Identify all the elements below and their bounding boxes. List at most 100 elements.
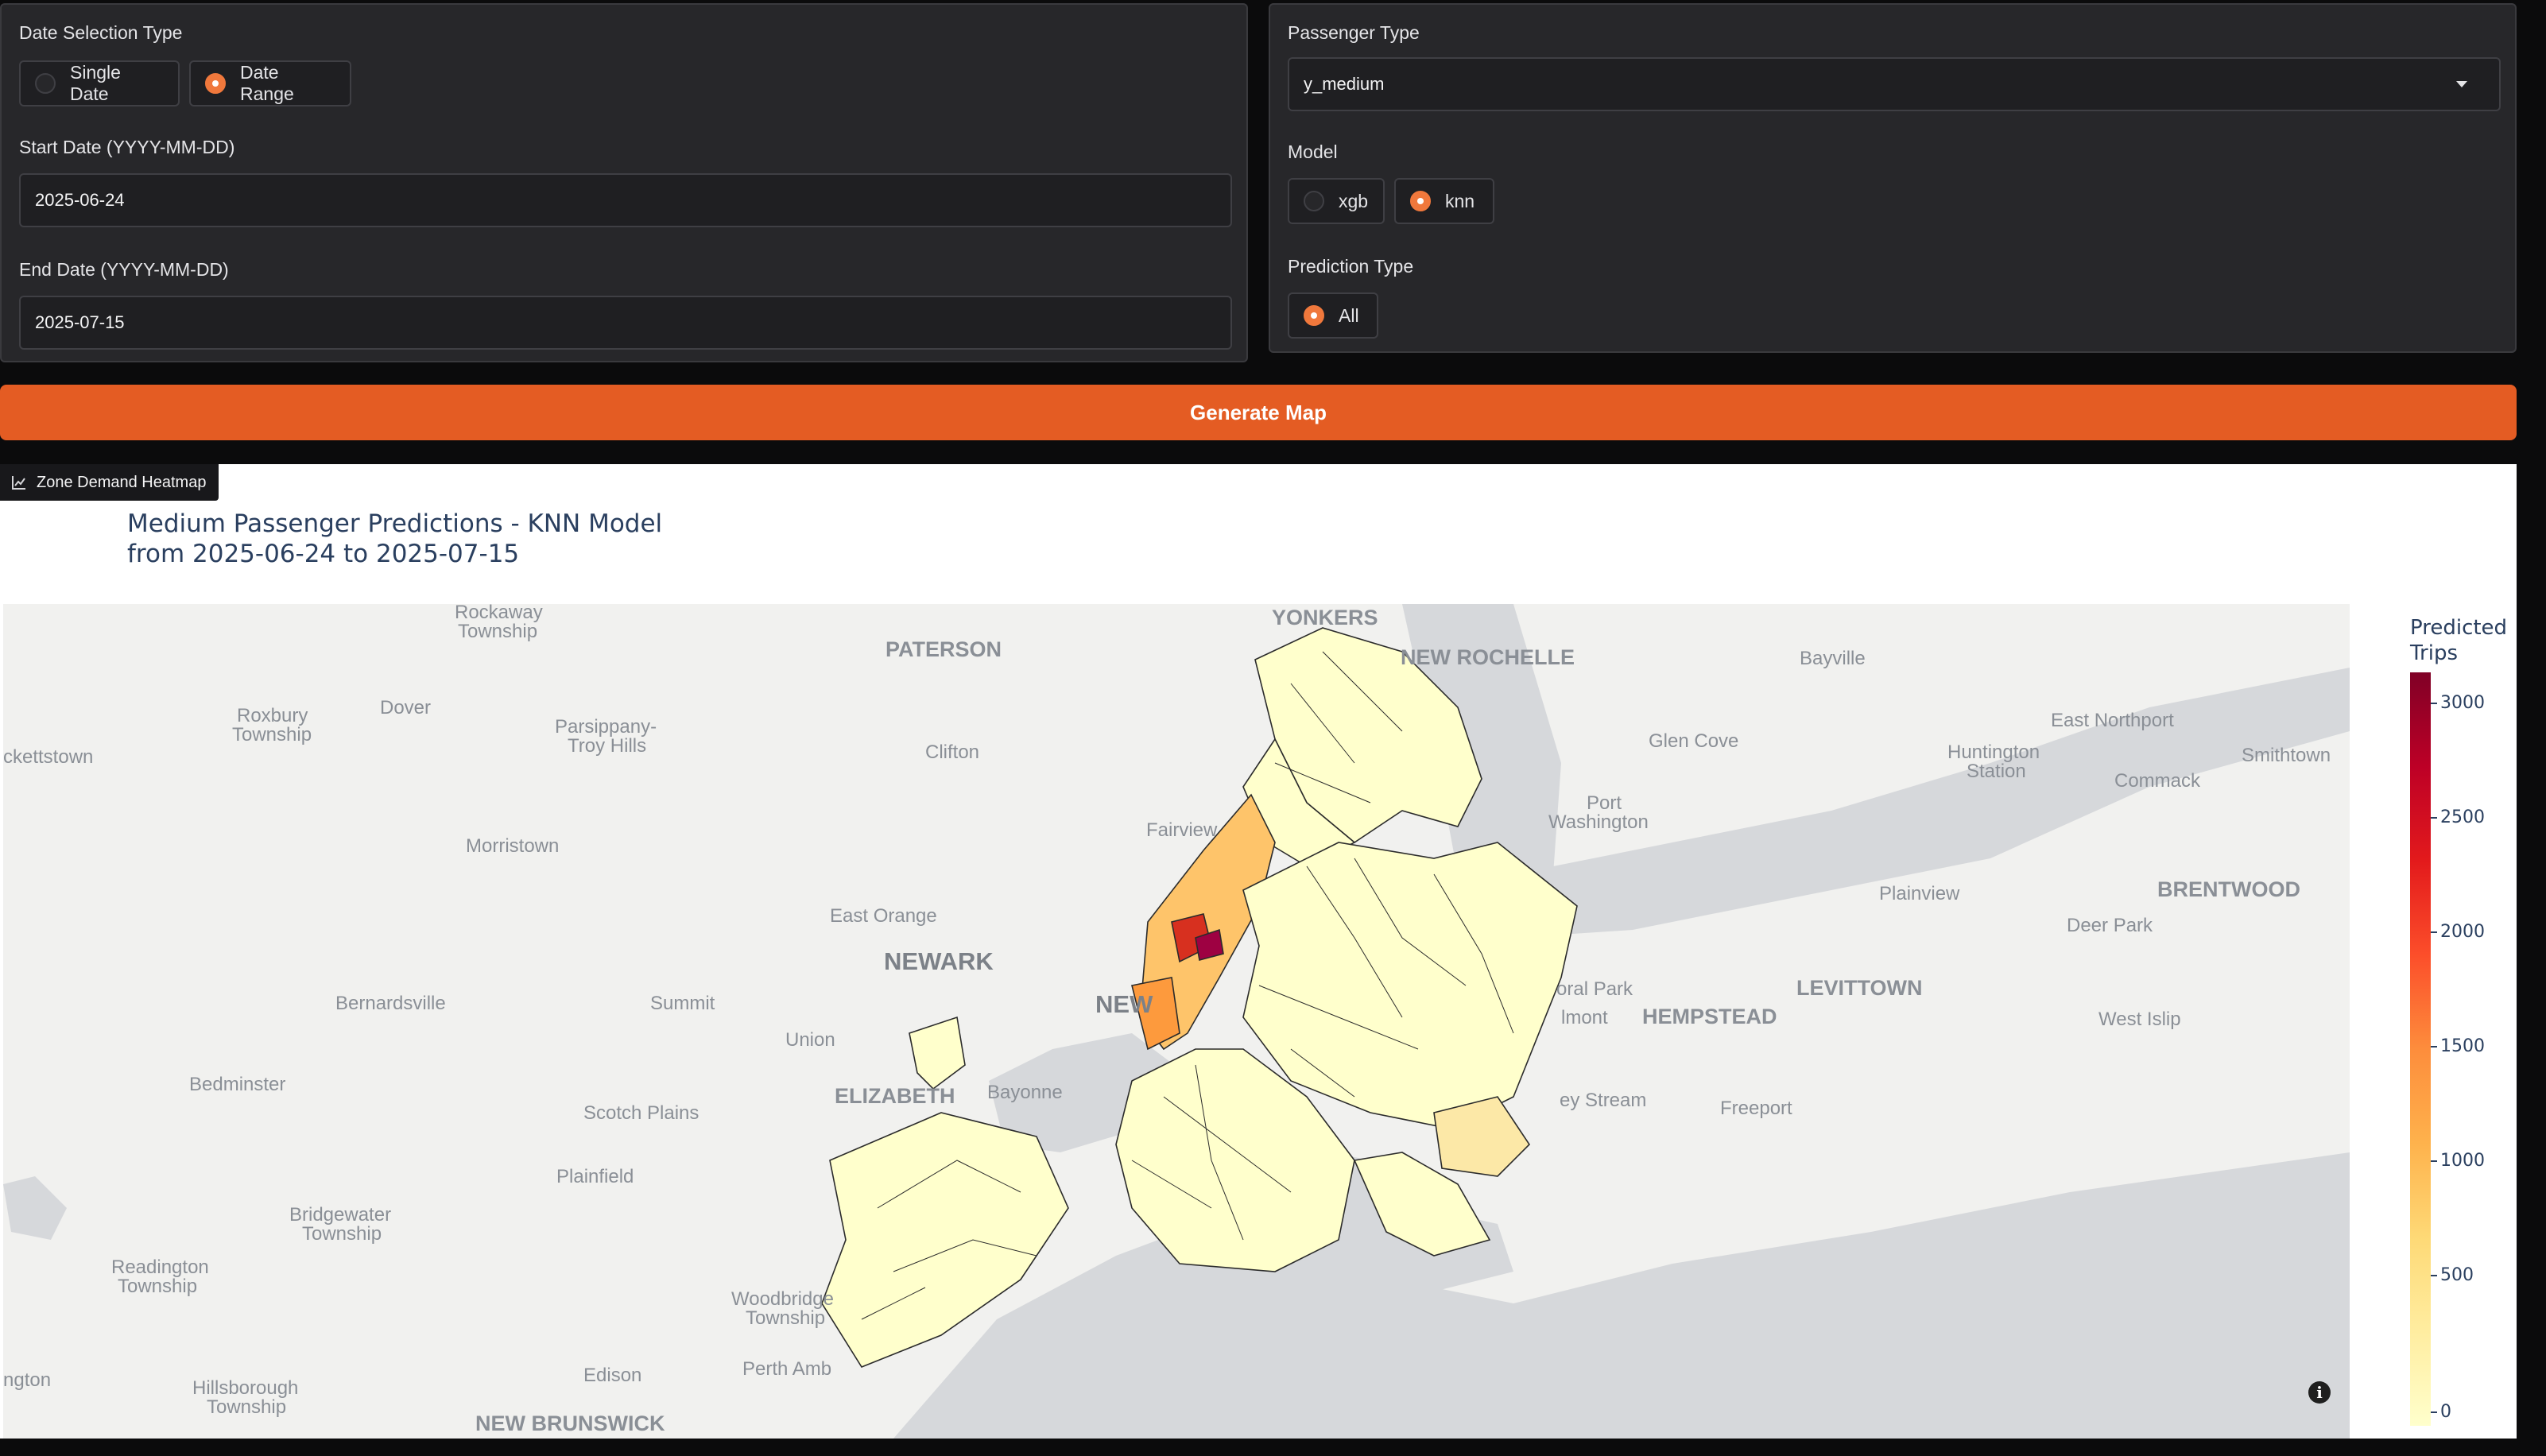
radio-model-xgb-label: xgb (1339, 190, 1369, 211)
colorbar-title-line1: Predicted (2410, 616, 2508, 640)
colorbar-tick: 1000 (2431, 1151, 2485, 1171)
map-label: LEVITTOWN (1796, 976, 1923, 1000)
radio-date-range[interactable]: Date Range (189, 60, 351, 106)
radio-prediction-all-indicator (1304, 305, 1324, 326)
map-label: Bayonne (987, 1082, 1063, 1103)
radio-model-xgb-indicator (1304, 191, 1324, 211)
radio-single-date-indicator (35, 73, 56, 94)
colorbar: Predicted Trips 3000 2500 2000 1500 1000… (2377, 615, 2512, 1434)
map-label: Readington (111, 1257, 209, 1278)
map-label: Plainview (1879, 883, 1960, 904)
chevron-down-icon (2456, 81, 2467, 87)
map-label: oral Park (1556, 978, 1633, 1000)
map-label: NEWARK (884, 947, 994, 975)
radio-single-date[interactable]: Single Date (19, 60, 180, 106)
map-label: Freeport (1720, 1098, 1792, 1119)
map-label: Perth Amb (742, 1358, 831, 1380)
map-label: Union (785, 1029, 835, 1051)
colorbar-gradient (2410, 672, 2431, 1426)
prediction-type-label: Prediction Type (1288, 256, 1414, 277)
map-label: Roxbury (237, 705, 308, 726)
start-date-label: Start Date (YYYY-MM-DD) (19, 137, 235, 157)
start-date-input[interactable]: 2025-06-24 (19, 173, 1232, 227)
map-canvas[interactable]: Rockaway Township YONKERS PATERSON NEW R… (3, 604, 2350, 1439)
map-label: Washington (1548, 811, 1649, 833)
map-label: East Orange (830, 905, 937, 927)
end-date-input[interactable]: 2025-07-15 (19, 296, 1232, 350)
map-label: Hillsborough (192, 1377, 298, 1399)
plot-tab[interactable]: Zone Demand Heatmap (0, 464, 219, 501)
colorbar-tick: 2000 (2431, 922, 2485, 942)
map-label: West Islip (2098, 1009, 2181, 1030)
map-label: NEW BRUNSWICK (475, 1411, 665, 1435)
radio-single-date-label: Single Date (70, 62, 121, 104)
radio-model-knn[interactable]: knn (1394, 178, 1494, 224)
radio-model-xgb[interactable]: xgb (1288, 178, 1385, 224)
model-label: Model (1288, 141, 1338, 162)
choropleth-map[interactable]: Rockaway Township YONKERS PATERSON NEW R… (3, 604, 2350, 1439)
date-selection-type-label: Date Selection Type (19, 22, 183, 43)
model-options-panel: Passenger Type y_medium Model xgb knn Pr… (1269, 3, 2517, 353)
map-label: Bernardsville (335, 993, 446, 1014)
map-label: Plainfield (556, 1166, 634, 1187)
map-label: Woodbridge (731, 1288, 834, 1310)
map-label: Troy Hills (568, 735, 646, 757)
radio-prediction-all[interactable]: All (1288, 292, 1378, 339)
colorbar-tick: 0 (2431, 1402, 2451, 1422)
colorbar-tick: 500 (2431, 1265, 2474, 1285)
radio-model-knn-label: knn (1445, 190, 1475, 211)
map-label: Morristown (466, 835, 559, 857)
map-label: Huntington (1947, 742, 2040, 763)
map-label: East Northport (2051, 710, 2174, 731)
radio-prediction-all-label: All (1339, 304, 1359, 326)
plot-tab-label: Zone Demand Heatmap (37, 473, 207, 491)
map-label: Fairview (1146, 819, 1218, 841)
map-label: Township (207, 1396, 286, 1418)
map-label: NEW (1095, 990, 1153, 1018)
map-label: Smithtown (2242, 745, 2331, 766)
map-label: Scotch Plains (583, 1102, 699, 1124)
radio-model-knn-indicator (1410, 191, 1431, 211)
passenger-type-select[interactable]: y_medium (1288, 57, 2501, 111)
map-label: Bedminster (189, 1074, 285, 1095)
map-label: Township (118, 1276, 197, 1297)
radio-date-range-label: Date Range (240, 62, 294, 104)
map-label: YONKERS (1272, 606, 1378, 629)
map-label: PATERSON (885, 637, 1002, 661)
map-label: Edison (583, 1365, 641, 1386)
map-label: Dover (380, 697, 431, 718)
colorbar-tick: 2500 (2431, 807, 2485, 827)
map-label: Township (302, 1223, 382, 1245)
colorbar-tick: 3000 (2431, 693, 2485, 713)
map-label: ngton (3, 1369, 51, 1391)
info-icon[interactable]: i (2308, 1381, 2331, 1404)
map-label: Parsippany- (555, 716, 657, 738)
date-selection-panel: Date Selection Type Single Date Date Ran… (0, 3, 1248, 362)
colorbar-title-line2: Trips (2410, 641, 2459, 665)
map-label: ey Stream (1560, 1090, 1646, 1111)
map-label: Summit (650, 993, 715, 1014)
map-label: Deer Park (2067, 915, 2153, 936)
plot-title-line1: Medium Passenger Predictions - KNN Model (127, 509, 663, 538)
map-label: Commack (2114, 770, 2201, 792)
map-label: NEW ROCHELLE (1401, 645, 1575, 669)
map-label: Township (458, 621, 537, 642)
plot-title-line2: from 2025-06-24 to 2025-07-15 (127, 540, 520, 568)
map-label: Township (232, 724, 312, 745)
map-label: ELIZABETH (835, 1084, 955, 1108)
map-label: Clifton (925, 742, 979, 763)
map-label: HEMPSTEAD (1642, 1005, 1777, 1028)
zone-demand-heatmap-plot: Zone Demand Heatmap Medium Passenger Pre… (0, 464, 2517, 1439)
map-label: Bayville (1800, 648, 1866, 669)
map-label: BRENTWOOD (2157, 877, 2300, 901)
map-label: ckettstown (3, 746, 93, 768)
colorbar-title: Predicted Trips (2410, 615, 2507, 666)
end-date-label: End Date (YYYY-MM-DD) (19, 259, 229, 280)
generate-map-button[interactable]: Generate Map (0, 385, 2517, 440)
map-label: Station (1967, 761, 2026, 782)
plot-title: Medium Passenger Predictions - KNN Model… (127, 509, 662, 569)
map-label: Glen Cove (1649, 730, 1738, 752)
chart-icon (12, 476, 25, 490)
map-label: Township (746, 1307, 825, 1329)
passenger-type-value: y_medium (1304, 74, 1385, 94)
